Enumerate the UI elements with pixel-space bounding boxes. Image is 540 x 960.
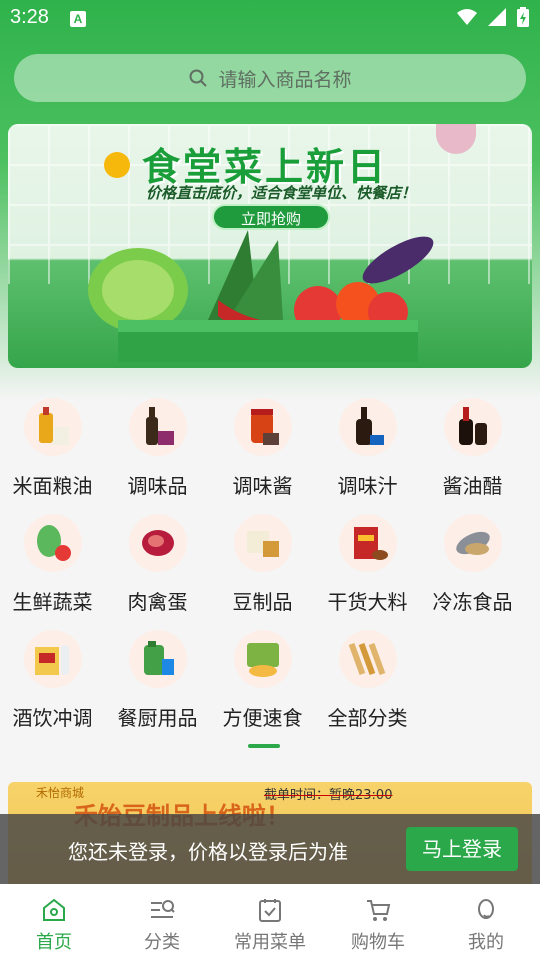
status-icons — [456, 6, 530, 28]
all-categories-icon — [338, 630, 397, 688]
category-item[interactable]: 冷冻食品 — [420, 514, 525, 615]
category-item[interactable]: 餐厨用品 — [105, 630, 210, 731]
meat-icon — [128, 514, 187, 572]
sauce-icon — [233, 398, 292, 456]
category-item[interactable]: 肉禽蛋 — [105, 514, 210, 615]
category-item[interactable]: 干货大料 — [315, 514, 420, 615]
category-row: 米面粮油 调味品 调味酱 调味汁 酱油醋 — [0, 398, 540, 499]
profile-icon — [478, 899, 494, 919]
dry-goods-icon — [338, 514, 397, 572]
login-prompt-text: 您还未登录，价格以登录后为准 — [68, 840, 348, 864]
category-item[interactable]: 全部分类 — [315, 630, 420, 731]
frozen-food-icon — [443, 514, 502, 572]
search-placeholder: 请输入商品名称 — [218, 68, 352, 91]
drinks-icon — [23, 630, 82, 688]
battery-icon — [517, 7, 529, 27]
search-icon — [189, 69, 208, 87]
orange-decoration — [104, 152, 130, 178]
signal-icon — [488, 8, 506, 26]
tab-profile[interactable]: 我的 — [432, 884, 540, 960]
notification-icon: A — [70, 11, 86, 27]
kitchen-supplies-icon — [128, 630, 187, 688]
tab-category[interactable]: 分类 — [108, 884, 216, 960]
category-item[interactable]: 方便速食 — [210, 630, 315, 731]
tab-cart[interactable]: 购物车 — [324, 884, 432, 960]
category-item[interactable]: 酱油醋 — [420, 398, 525, 499]
category-row: 生鲜蔬菜 肉禽蛋 豆制品 干货大料 冷冻食品 — [0, 514, 540, 615]
wifi-icon — [457, 9, 477, 25]
instant-food-icon — [233, 630, 292, 688]
tab-home[interactable]: 首页 — [0, 884, 108, 960]
banner-subtitle: 价格直击底价，适合食堂单位、快餐店！ — [146, 184, 417, 202]
category-icon — [151, 900, 175, 918]
oil-rice-icon — [23, 398, 82, 456]
category-item[interactable]: 生鲜蔬菜 — [0, 514, 105, 615]
tab-menu-list[interactable]: 常用菜单 — [216, 884, 324, 960]
page-indicator — [248, 744, 280, 748]
vegetables-illustration — [88, 230, 434, 362]
juice-sauce-icon — [338, 398, 397, 456]
seasoning-icon — [128, 398, 187, 456]
tofu-icon — [233, 514, 292, 572]
bottom-tab-bar: 首页 分类 常用菜单 购物车 我的 — [0, 884, 540, 960]
status-time: 3:28 — [10, 6, 49, 28]
category-item[interactable]: 米面粮油 — [0, 398, 105, 499]
menu-list-icon — [259, 899, 281, 922]
category-item[interactable]: 调味酱 — [210, 398, 315, 499]
category-item[interactable]: 豆制品 — [210, 514, 315, 615]
cart-icon — [367, 900, 391, 921]
login-prompt: 您还未登录，价格以登录后为准 马上登录 — [0, 814, 540, 884]
vegetable-icon — [23, 514, 82, 572]
login-button[interactable]: 马上登录 — [406, 827, 518, 871]
category-row: 酒饮冲调 餐厨用品 方便速食 全部分类 — [0, 630, 540, 731]
home-icon — [43, 898, 65, 921]
category-item[interactable]: 酒饮冲调 — [0, 630, 105, 731]
promo-cutoff-time: 截单时间：暂晚23:00 — [264, 788, 393, 803]
category-item[interactable]: 调味品 — [105, 398, 210, 499]
status-bar: 3:28 A — [0, 0, 540, 36]
soy-vinegar-icon — [443, 398, 502, 456]
category-item[interactable]: 调味汁 — [315, 398, 420, 499]
search-input[interactable]: 请输入商品名称 — [14, 54, 526, 102]
promo-banner[interactable]: 食堂菜上新日 价格直击底价，适合食堂单位、快餐店！ 立即抢购 — [8, 124, 532, 368]
